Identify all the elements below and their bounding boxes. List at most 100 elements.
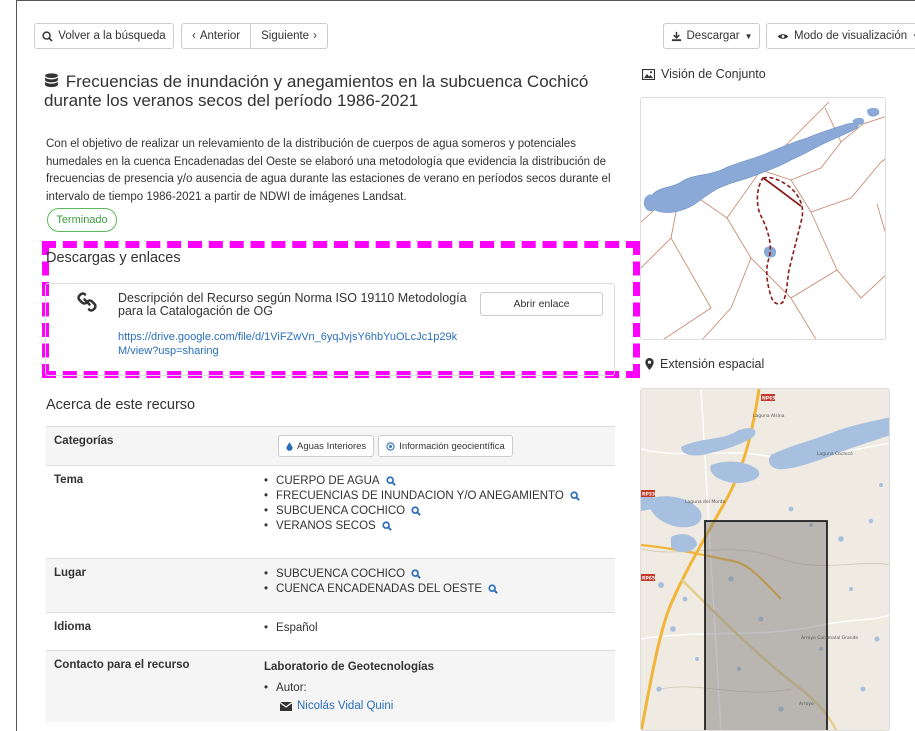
extent-map[interactable]: Laguna Alsina Laguna Cochicó Laguna del …	[640, 388, 890, 731]
place-label: Lugar	[46, 558, 256, 613]
author-email-link[interactable]: Nicolás Vidal Quini	[280, 700, 393, 712]
list-item: SUBCUENCA COCHICO	[264, 567, 607, 582]
next-label: Siguiente	[261, 30, 310, 42]
download-icon	[671, 31, 681, 41]
categories-label: Categorías	[46, 426, 256, 466]
route-shield: NP65	[762, 396, 775, 402]
lake-shape	[768, 417, 889, 470]
categories-values: Aguas Interiores Información geocientífi…	[256, 426, 615, 466]
next-button[interactable]: Siguiente ›	[250, 24, 327, 48]
extent-heading: Extensión espacial	[645, 357, 764, 371]
envelope-icon	[280, 701, 292, 711]
language-label: Idioma	[46, 612, 256, 651]
lake-shape	[671, 534, 697, 553]
database-icon	[45, 73, 58, 88]
chevron-right-icon: ›	[313, 30, 317, 42]
eye-icon	[777, 33, 789, 39]
place-value: CUENCA ENCADENADAS DEL OESTE	[276, 583, 483, 595]
page-title-text: Frecuencias de inundación y anegamientos…	[44, 72, 589, 110]
author-line: Nicolás Vidal Quini	[264, 700, 607, 714]
category-button-geoscience[interactable]: Información geocientífica	[378, 435, 513, 457]
globe-icon	[386, 441, 395, 451]
contact-organization: Laboratorio de Geotecnologías	[264, 661, 434, 673]
lake-shape	[681, 428, 756, 456]
extent-rectangle	[704, 520, 828, 730]
about-heading: Acerca de este recurso	[46, 397, 196, 413]
chevron-left-icon: ‹	[192, 30, 196, 42]
map-label-lake2: Laguna Cochicó	[817, 450, 853, 457]
language-row: Idioma Español	[46, 612, 615, 651]
map-marker-icon	[645, 358, 654, 370]
status-badge: Terminado	[47, 208, 117, 232]
language-value: Español	[276, 622, 318, 634]
theme-label: Tema	[46, 465, 256, 559]
view-mode-button[interactable]: Modo de visualización ▼	[766, 23, 915, 49]
list-item: Español	[264, 621, 607, 636]
map-label-town: Arroyo	[799, 701, 814, 707]
overview-map[interactable]	[640, 97, 886, 340]
theme-value: FRECUENCIAS DE INUNDACION Y/O ANEGAMIENT…	[276, 490, 564, 502]
theme-value: CUERPO DE AGUA	[276, 475, 380, 487]
map-label-lake3: Laguna del Monte	[685, 499, 726, 505]
downloads-heading: Descargas y enlaces	[46, 250, 181, 266]
language-values: Español	[256, 612, 615, 651]
theme-row: Tema CUERPO DE AGUA FRECUENCIAS DE INUND…	[46, 465, 615, 559]
view-mode-label: Modo de visualización	[794, 30, 908, 42]
download-button[interactable]: Descargar ▼	[663, 23, 760, 49]
previous-label: Anterior	[199, 30, 241, 42]
contact-values: Laboratorio de Geotecnologías Autor: Nic…	[256, 650, 615, 722]
list-item: FRECUENCIAS DE INUNDACION Y/O ANEGAMIENT…	[264, 489, 607, 504]
lake-shape	[710, 461, 760, 483]
back-to-search-label: Volver a la búsqueda	[58, 30, 166, 42]
theme-value: VERANOS SECOS	[276, 520, 376, 532]
search-icon[interactable]	[382, 521, 392, 531]
lake-shape	[852, 117, 865, 125]
search-icon[interactable]	[411, 569, 421, 579]
download-label: Descargar	[686, 30, 740, 42]
list-item: SUBCUENCA COCHICO	[264, 504, 607, 519]
resource-title: Descripción del Recurso según Norma ISO …	[118, 291, 467, 318]
about-table: Categorías Aguas Interiores Información …	[46, 426, 615, 722]
category-button-inland-waters[interactable]: Aguas Interiores	[278, 435, 375, 457]
extent-heading-text: Extensión espacial	[660, 357, 765, 371]
pagination-group: ‹ Anterior Siguiente ›	[181, 23, 328, 49]
extent-map-graphic: Laguna Alsina Laguna Cochicó Laguna del …	[641, 389, 889, 730]
contact-row: Contacto para el recurso Laboratorio de …	[46, 650, 615, 722]
map-label-stream: Arroyo Curamalal Grande	[801, 635, 858, 641]
search-icon[interactable]	[411, 506, 421, 516]
search-icon[interactable]	[385, 476, 396, 486]
lake-shape	[867, 107, 880, 117]
subbasin-boundary	[756, 176, 804, 305]
lake-shape	[643, 194, 658, 212]
categories-row: Categorías Aguas Interiores Información …	[46, 426, 615, 466]
author-role: Autor:	[276, 682, 307, 694]
theme-value: SUBCUENCA COCHICO	[276, 505, 406, 517]
caret-down-icon: ▼	[744, 31, 753, 41]
overview-heading-text: Visión de Conjunto	[661, 67, 766, 81]
search-icon[interactable]	[488, 584, 498, 594]
category-label: Información geocientífica	[399, 440, 505, 452]
resource-link[interactable]: https://drive.google.com/file/d/1ViFZwVn…	[118, 330, 468, 358]
author-name: Nicolás Vidal Quini	[297, 700, 394, 712]
route-shield: RP65	[642, 576, 655, 582]
route-shield: RP33	[642, 492, 655, 498]
place-row: Lugar SUBCUENCA COCHICO CUENCA ENCADENAD…	[46, 558, 615, 613]
place-value: SUBCUENCA COCHICO	[276, 568, 406, 580]
search-icon[interactable]	[570, 491, 580, 501]
contact-label: Contacto para el recurso	[46, 650, 256, 722]
theme-values: CUERPO DE AGUA FRECUENCIAS DE INUNDACION…	[256, 465, 615, 559]
link-icon	[77, 292, 97, 312]
search-icon	[42, 30, 53, 42]
list-item: VERANOS SECOS	[264, 519, 607, 534]
list-item: CUERPO DE AGUA	[264, 474, 607, 489]
previous-button[interactable]: ‹ Anterior	[182, 24, 250, 48]
overview-heading: Visión de Conjunto	[642, 67, 766, 81]
back-to-search-button[interactable]: Volver a la búsqueda	[34, 23, 174, 49]
page-title: Frecuencias de inundación y anegamientos…	[44, 72, 604, 110]
lake-shape	[649, 122, 859, 213]
water-drop-icon	[286, 441, 293, 451]
open-link-button[interactable]: Abrir enlace	[480, 292, 603, 316]
image-icon	[642, 68, 655, 80]
category-label: Aguas Interiores	[297, 440, 367, 452]
list-item: Autor:	[264, 681, 607, 696]
